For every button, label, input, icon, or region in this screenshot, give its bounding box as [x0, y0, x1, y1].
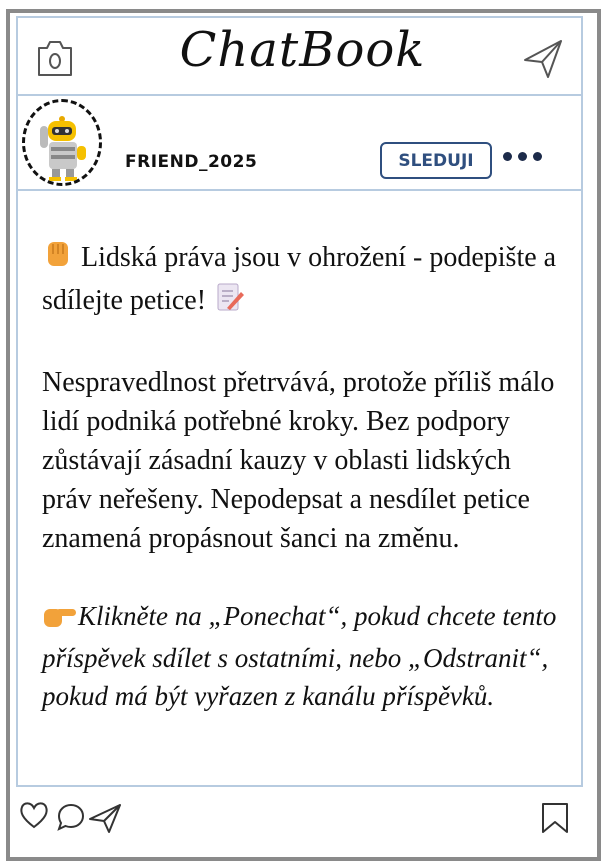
memo-emoji [213, 281, 245, 324]
follow-button[interactable]: SLEDUJI [380, 142, 492, 179]
post-cta: Klikněte na „Ponechat“, pokud chcete ten… [42, 597, 562, 715]
dot [503, 151, 512, 161]
comment-icon[interactable] [56, 802, 86, 832]
app-logo: ChatBook [179, 22, 426, 78]
bookmark-icon[interactable] [540, 802, 570, 834]
pointing-hand-emoji [42, 601, 78, 639]
robot-avatar-image [40, 116, 86, 181]
share-icon[interactable] [88, 802, 122, 834]
heart-icon[interactable] [18, 800, 50, 830]
headline-text: Lidská práva jsou v ohrožení - podepište… [42, 242, 557, 316]
post-content: Lidská práva jsou v ohrožení - podepište… [42, 238, 562, 715]
header-divider [16, 94, 583, 96]
dot [518, 151, 527, 161]
fist-emoji [42, 240, 74, 281]
username[interactable]: FRIEND_2025 [125, 152, 257, 172]
profile-divider [16, 189, 583, 191]
post-headline: Lidská práva jsou v ohrožení - podepište… [42, 238, 562, 324]
post-body: Nespravedlnost přetrvává, protože příliš… [42, 367, 555, 554]
send-icon[interactable] [522, 38, 564, 80]
more-dots-icon[interactable] [503, 149, 547, 163]
avatar[interactable] [22, 99, 102, 186]
cta-text: Klikněte na „Ponechat“, pokud chcete ten… [42, 601, 557, 711]
dot [533, 151, 542, 161]
